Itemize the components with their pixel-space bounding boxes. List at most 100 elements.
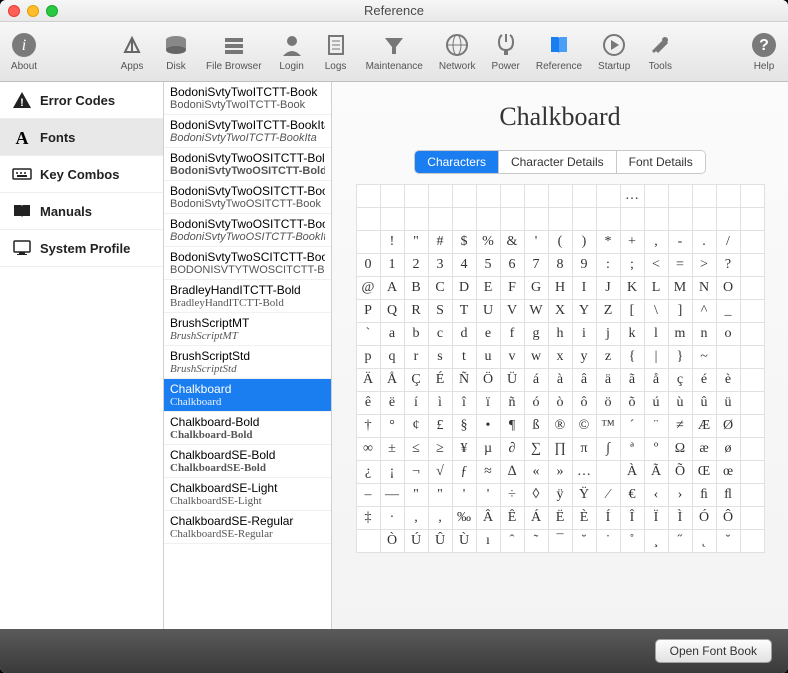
character-cell[interactable]: ⁄ <box>596 484 620 507</box>
character-cell[interactable]: K <box>620 277 644 300</box>
character-cell[interactable]: ı <box>476 530 500 553</box>
font-list-item[interactable]: BodoniSvtyTwoOSITCTT-BookBodoniSvtyTwoOS… <box>164 181 331 214</box>
character-cell[interactable]: V <box>500 300 524 323</box>
character-cell[interactable]: Í <box>596 507 620 530</box>
character-cell[interactable]: ¥ <box>452 438 476 461</box>
character-cell[interactable]: — <box>380 484 404 507</box>
character-cell[interactable] <box>740 438 764 461</box>
font-list-item[interactable]: BodoniSvtyTwoITCTT-BookItaBodoniSvtyTwoI… <box>164 115 331 148</box>
character-cell[interactable]: ë <box>380 392 404 415</box>
character-cell[interactable] <box>716 185 740 208</box>
open-font-book-button[interactable]: Open Font Book <box>655 639 772 663</box>
character-cell[interactable] <box>476 208 500 231</box>
character-cell[interactable] <box>692 185 716 208</box>
character-cell[interactable]: Z <box>596 300 620 323</box>
character-cell[interactable]: ≈ <box>476 461 500 484</box>
character-cell[interactable]: 5 <box>476 254 500 277</box>
character-cell[interactable]: é <box>692 369 716 392</box>
character-cell[interactable]: k <box>620 323 644 346</box>
character-cell[interactable]: ° <box>380 415 404 438</box>
font-list-item[interactable]: BrushScriptMTBrushScriptMT <box>164 313 331 346</box>
character-cell[interactable]: à <box>548 369 572 392</box>
character-cell[interactable]: r <box>404 346 428 369</box>
character-cell[interactable] <box>740 392 764 415</box>
character-cell[interactable]: L <box>644 277 668 300</box>
character-cell[interactable]: ¿ <box>356 461 380 484</box>
character-cell[interactable]: ˝ <box>668 530 692 553</box>
character-cell[interactable]: ¸ <box>644 530 668 553</box>
character-cell[interactable]: 9 <box>572 254 596 277</box>
character-cell[interactable] <box>572 208 596 231</box>
character-cell[interactable]: N <box>692 277 716 300</box>
character-cell[interactable]: ã <box>620 369 644 392</box>
font-list-item[interactable]: BrushScriptStdBrushScriptStd <box>164 346 331 379</box>
character-cell[interactable]: · <box>380 507 404 530</box>
character-cell[interactable]: ‰ <box>452 507 476 530</box>
character-cell[interactable]: y <box>572 346 596 369</box>
character-cell[interactable]: ÷ <box>500 484 524 507</box>
character-cell[interactable]: Œ <box>692 461 716 484</box>
maintenance-button[interactable]: Maintenance <box>366 31 423 72</box>
character-cell[interactable] <box>740 323 764 346</box>
character-cell[interactable]: á <box>524 369 548 392</box>
character-cell[interactable]: ^ <box>692 300 716 323</box>
character-cell[interactable]: ' <box>524 231 548 254</box>
character-cell[interactable] <box>476 185 500 208</box>
character-cell[interactable] <box>740 346 764 369</box>
character-cell[interactable] <box>668 208 692 231</box>
character-cell[interactable]: o <box>716 323 740 346</box>
character-cell[interactable]: ﬂ <box>716 484 740 507</box>
sidebar-item-system-profile[interactable]: System Profile <box>0 230 163 267</box>
character-cell[interactable]: © <box>572 415 596 438</box>
character-cell[interactable]: d <box>452 323 476 346</box>
font-list-item[interactable]: ChalkboardSE-LightChalkboardSE-Light <box>164 478 331 511</box>
character-cell[interactable]: 6 <box>500 254 524 277</box>
character-cell[interactable] <box>524 185 548 208</box>
character-cell[interactable]: M <box>668 277 692 300</box>
help-button[interactable]: ? Help <box>750 31 778 72</box>
character-cell[interactable] <box>644 185 668 208</box>
character-cell[interactable]: ∂ <box>500 438 524 461</box>
sidebar-item-manuals[interactable]: Manuals <box>0 193 163 230</box>
character-cell[interactable]: ô <box>572 392 596 415</box>
character-cell[interactable] <box>740 484 764 507</box>
character-cell[interactable]: b <box>404 323 428 346</box>
font-list-item[interactable]: BodoniSvtyTwoOSITCTT-BookItBodoniSvtyTwo… <box>164 214 331 247</box>
character-cell[interactable]: _ <box>716 300 740 323</box>
character-cell[interactable]: Q <box>380 300 404 323</box>
character-cell[interactable] <box>692 208 716 231</box>
character-cell[interactable] <box>740 231 764 254</box>
character-cell[interactable]: q <box>380 346 404 369</box>
power-button[interactable]: Power <box>492 31 520 72</box>
character-cell[interactable]: ® <box>548 415 572 438</box>
character-cell[interactable]: § <box>452 415 476 438</box>
character-cell[interactable]: â <box>572 369 596 392</box>
character-cell[interactable]: ; <box>620 254 644 277</box>
character-cell[interactable]: Ã <box>644 461 668 484</box>
character-cell[interactable]: ñ <box>500 392 524 415</box>
character-cell[interactable]: ä <box>596 369 620 392</box>
character-cell[interactable]: \ <box>644 300 668 323</box>
character-cell[interactable]: > <box>692 254 716 277</box>
apps-button[interactable]: Apps <box>118 31 146 72</box>
font-list-item[interactable]: ChalkboardChalkboard <box>164 379 331 412</box>
character-cell[interactable]: # <box>428 231 452 254</box>
character-cell[interactable]: É <box>428 369 452 392</box>
character-cell[interactable] <box>524 208 548 231</box>
character-cell[interactable]: t <box>452 346 476 369</box>
character-cell[interactable]: ± <box>380 438 404 461</box>
character-cell[interactable] <box>596 461 620 484</box>
character-cell[interactable]: j <box>596 323 620 346</box>
character-cell[interactable]: ~ <box>692 346 716 369</box>
network-button[interactable]: Network <box>439 31 476 72</box>
font-list-item[interactable]: Chalkboard-BoldChalkboard-Bold <box>164 412 331 445</box>
character-cell[interactable]: ì <box>428 392 452 415</box>
character-cell[interactable]: » <box>548 461 572 484</box>
character-cell[interactable] <box>740 369 764 392</box>
character-cell[interactable]: ª <box>620 438 644 461</box>
character-cell[interactable]: S <box>428 300 452 323</box>
character-cell[interactable]: Î <box>620 507 644 530</box>
file-browser-button[interactable]: File Browser <box>206 31 262 72</box>
character-cell[interactable]: õ <box>620 392 644 415</box>
character-cell[interactable]: Ô <box>716 507 740 530</box>
